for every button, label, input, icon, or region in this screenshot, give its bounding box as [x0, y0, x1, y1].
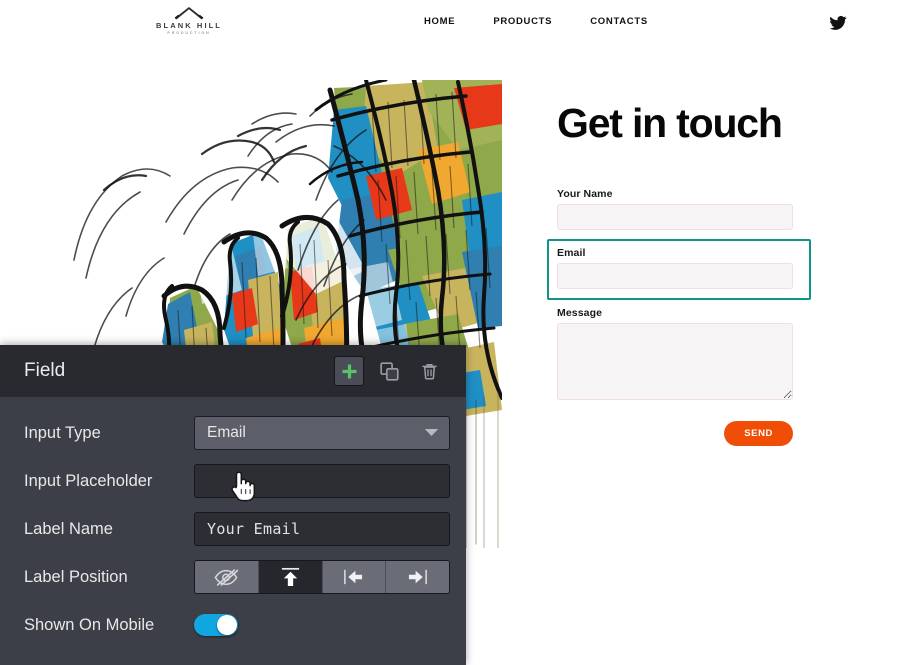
label-name-control: Your Email [194, 512, 450, 546]
page-title: Get in touch [557, 100, 783, 146]
duplicate-field-button[interactable] [374, 356, 404, 386]
label-label-name: Label Name [24, 519, 113, 538]
chevron-down-icon [424, 424, 439, 442]
add-field-button[interactable] [334, 356, 364, 386]
send-row: SEND [557, 421, 793, 446]
label-input-placeholder: Input Placeholder [24, 471, 153, 490]
site-header: BLANK HILL PRODUCTION HOME PRODUCTS CONT… [0, 0, 916, 46]
site-logo[interactable]: BLANK HILL PRODUCTION [152, 6, 226, 36]
label-label-position: Label Position [24, 567, 128, 586]
panel-header: Field [0, 345, 466, 397]
row-shown-on-mobile: Shown On Mobile [24, 601, 448, 649]
email-input[interactable] [557, 263, 793, 289]
nav-item-products[interactable]: PRODUCTS [493, 16, 552, 27]
arrow-up-bar-icon [281, 567, 299, 587]
toggle-knob [217, 615, 237, 635]
twitter-icon[interactable] [829, 14, 847, 32]
panel-actions [334, 345, 444, 397]
field-settings-panel: Field Input Type Email Input Placeholder… [0, 345, 466, 665]
form-field-email[interactable]: Email [547, 239, 811, 300]
arrow-left-bar-icon [344, 569, 363, 585]
label-input-type: Input Type [24, 423, 101, 442]
delete-field-button[interactable] [414, 356, 444, 386]
label-position-right-button[interactable] [386, 561, 449, 593]
nav-item-home[interactable]: HOME [424, 16, 455, 27]
panel-title: Field [24, 360, 66, 381]
panel-body: Input Type Email Input Placeholder Label… [0, 397, 466, 649]
label-shown-on-mobile: Shown On Mobile [24, 615, 155, 634]
send-button[interactable]: SEND [724, 421, 793, 446]
copy-icon [379, 361, 399, 381]
form-field-message[interactable]: Message [557, 307, 857, 405]
contact-form: Get in touch Your Name Email Message SEN… [547, 100, 857, 446]
label-name-value: Your Email [207, 520, 301, 538]
shown-on-mobile-control [194, 614, 238, 636]
field-label-your-name: Your Name [557, 188, 613, 200]
label-position-top-button[interactable] [258, 561, 323, 593]
row-input-type: Input Type Email [24, 409, 450, 457]
row-label-position: Label Position [24, 553, 450, 601]
input-type-select[interactable]: Email [194, 416, 450, 450]
row-label-name: Label Name Your Email [24, 505, 450, 553]
label-name-field[interactable]: Your Email [194, 512, 450, 546]
input-placeholder-control [194, 464, 450, 498]
field-label-message: Message [557, 307, 603, 319]
eye-off-icon [214, 568, 239, 586]
row-input-placeholder: Input Placeholder [24, 457, 450, 505]
message-textarea[interactable] [557, 323, 793, 400]
logo-subtitle: PRODUCTION [167, 31, 211, 35]
shown-on-mobile-toggle[interactable] [194, 614, 238, 636]
label-position-left-button[interactable] [322, 561, 387, 593]
input-placeholder-field[interactable] [194, 464, 450, 498]
field-label-email: Email [557, 247, 586, 259]
input-type-value: Email [207, 424, 246, 441]
nav-item-contacts[interactable]: CONTACTS [590, 16, 648, 27]
input-type-control: Email [194, 416, 450, 450]
label-position-hidden-button[interactable] [195, 561, 259, 593]
logo-name: BLANK HILL [156, 21, 222, 30]
main-nav: HOME PRODUCTS CONTACTS [424, 16, 648, 27]
app-root: BLANK HILL PRODUCTION HOME PRODUCTS CONT… [0, 0, 916, 665]
label-position-control [194, 560, 450, 594]
your-name-input[interactable] [557, 204, 793, 230]
arrow-right-bar-icon [409, 569, 428, 585]
form-field-your-name[interactable]: Your Name [557, 188, 857, 230]
mountain-logo-icon [174, 7, 204, 20]
trash-icon [421, 363, 437, 379]
label-position-segmented [194, 560, 450, 594]
plus-icon [342, 364, 356, 378]
